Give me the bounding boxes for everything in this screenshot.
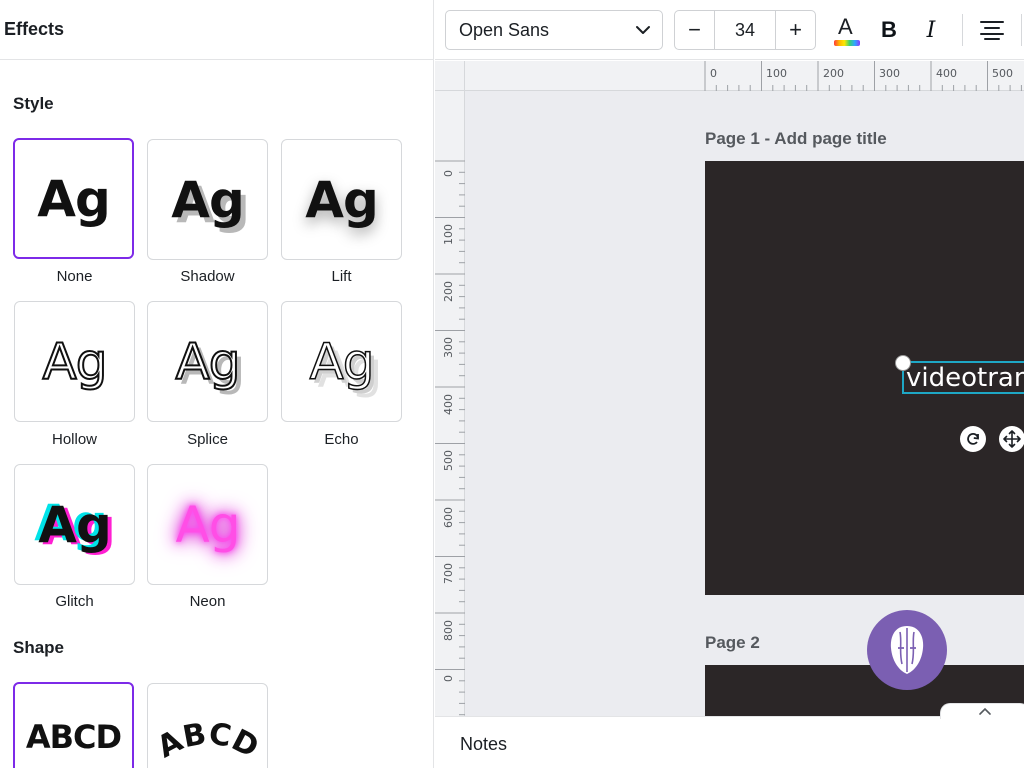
ruler-left-label: 200 <box>442 281 455 302</box>
effect-lift-tile[interactable]: Ag <box>281 139 402 260</box>
decrease-font-size-button[interactable]: − <box>675 11 715 49</box>
effect-lift-preview: Ag <box>305 170 378 229</box>
increase-font-size-button[interactable]: + <box>775 11 815 49</box>
ruler-left-label: 500 <box>442 450 455 471</box>
move-icon <box>1003 430 1021 448</box>
page-1-title[interactable]: Page 1 - Add page title <box>705 129 887 149</box>
ruler-top: 0 100 200 300 400 500 <box>435 61 1024 91</box>
ruler-top-label: 300 <box>879 67 900 80</box>
ruler-top-label: 0 <box>710 67 717 80</box>
ruler-top-label: 500 <box>992 67 1013 80</box>
chevron-down-icon <box>636 26 650 34</box>
ruler-left-label: 800 <box>442 620 455 641</box>
notes-bar: Notes <box>435 703 1024 768</box>
canvas-area: 0 100 200 300 400 500 0 100 200 300 400 … <box>435 61 1024 716</box>
effect-shadow-tile[interactable]: Ag <box>147 139 268 260</box>
effect-echo-tile[interactable]: Ag <box>281 301 402 422</box>
effect-neon-tile[interactable]: Ag <box>147 464 268 585</box>
effect-splice-label: Splice <box>187 431 228 448</box>
effect-hollow-tile[interactable]: Ag <box>14 301 135 422</box>
move-button[interactable] <box>999 426 1024 452</box>
resize-handle[interactable] <box>895 355 911 371</box>
effect-lift-label: Lift <box>331 268 352 285</box>
text-toolbar: Open Sans − 34 + A B I <box>435 0 1024 60</box>
ruler-corner <box>435 61 465 91</box>
shape-curve-tile[interactable]: ABCD <box>147 683 268 768</box>
assistant-avatar-button[interactable] <box>867 610 947 690</box>
text-color-button[interactable]: A <box>830 12 864 48</box>
page-1-name: Page 1 <box>705 129 760 148</box>
notes-button[interactable]: Notes <box>460 734 507 755</box>
ruler-left-label: 600 <box>442 507 455 528</box>
effect-shadow-label: Shadow <box>180 268 235 285</box>
chevron-up-icon <box>979 707 991 715</box>
svg-text:ABCD: ABCD <box>153 716 263 765</box>
ruler-left-label: 300 <box>442 337 455 358</box>
font-size-input[interactable]: 34 <box>715 11 775 49</box>
effect-glitch-label: Glitch <box>55 593 94 610</box>
ruler-left-label: 0 <box>442 170 455 177</box>
collapse-toggle[interactable] <box>940 703 1024 719</box>
page-2-title[interactable]: Page 2 <box>705 633 760 653</box>
ruler-top-label: 200 <box>823 67 844 80</box>
effect-glitch-tile[interactable]: Ag <box>14 464 135 585</box>
align-center-icon <box>980 21 1004 40</box>
face-icon <box>890 626 924 674</box>
effect-echo-label: Echo <box>324 431 359 448</box>
shape-none-tile[interactable]: ABCD <box>13 682 134 768</box>
shape-none-preview: ABCD <box>25 718 122 756</box>
ruler-top-label: 100 <box>766 67 787 80</box>
effect-glitch-preview: Ag <box>38 495 111 554</box>
effect-neon-preview: Ag <box>175 495 241 554</box>
font-family-value: Open Sans <box>459 19 550 40</box>
canvas-text[interactable]: videotranscript <box>906 363 1024 393</box>
toolbar-divider <box>962 14 963 46</box>
ruler-left-ticks <box>435 160 465 716</box>
italic-button[interactable]: I <box>914 12 948 48</box>
effect-shadow-preview: Ag <box>171 170 244 229</box>
panel-title: Effects <box>4 19 65 39</box>
ruler-left-label: 700 <box>442 563 455 584</box>
effect-none-label: None <box>56 268 93 285</box>
toolbar-divider <box>1021 14 1022 46</box>
font-family-dropdown[interactable]: Open Sans <box>445 10 663 50</box>
rotate-icon <box>967 433 979 445</box>
effect-hollow-label: Hollow <box>51 431 97 448</box>
shape-section-title: Shape <box>13 638 65 657</box>
panel-header: Effects <box>0 0 433 60</box>
shape-curve-preview: ABCD <box>153 716 263 765</box>
ruler-top-label: 400 <box>936 67 957 80</box>
text-align-button[interactable] <box>975 12 1009 48</box>
ruler-left-label: 100 <box>442 224 455 245</box>
ruler-left-label: 0 <box>442 675 455 682</box>
effect-none-preview: Ag <box>37 169 110 228</box>
effect-none-tile[interactable]: Ag <box>13 138 134 259</box>
page-title-separator: - <box>759 129 775 148</box>
style-section-title: Style <box>13 94 54 113</box>
color-bar <box>834 40 860 46</box>
effect-echo-preview: Ag <box>309 332 375 391</box>
rotate-button[interactable] <box>960 426 986 452</box>
ruler-left-label: 400 <box>442 394 455 415</box>
font-size-stepper: − 34 + <box>674 10 816 50</box>
text-color-icon: A <box>838 14 853 39</box>
ruler-left: 0 100 200 300 400 500 600 700 800 0 <box>435 61 465 716</box>
bold-button[interactable]: B <box>872 12 906 48</box>
effect-splice-preview: Ag <box>175 332 242 391</box>
selected-text-box[interactable]: videotranscript <box>902 361 1024 394</box>
page-title-placeholder[interactable]: Add page title <box>774 129 886 148</box>
effect-splice-tile[interactable]: Ag <box>147 301 268 422</box>
effect-hollow-preview: Ag <box>42 332 109 391</box>
effect-neon-label: Neon <box>189 593 226 610</box>
effects-panel: Effects Style Ag None Ag Shadow Ag Lift … <box>0 0 434 768</box>
